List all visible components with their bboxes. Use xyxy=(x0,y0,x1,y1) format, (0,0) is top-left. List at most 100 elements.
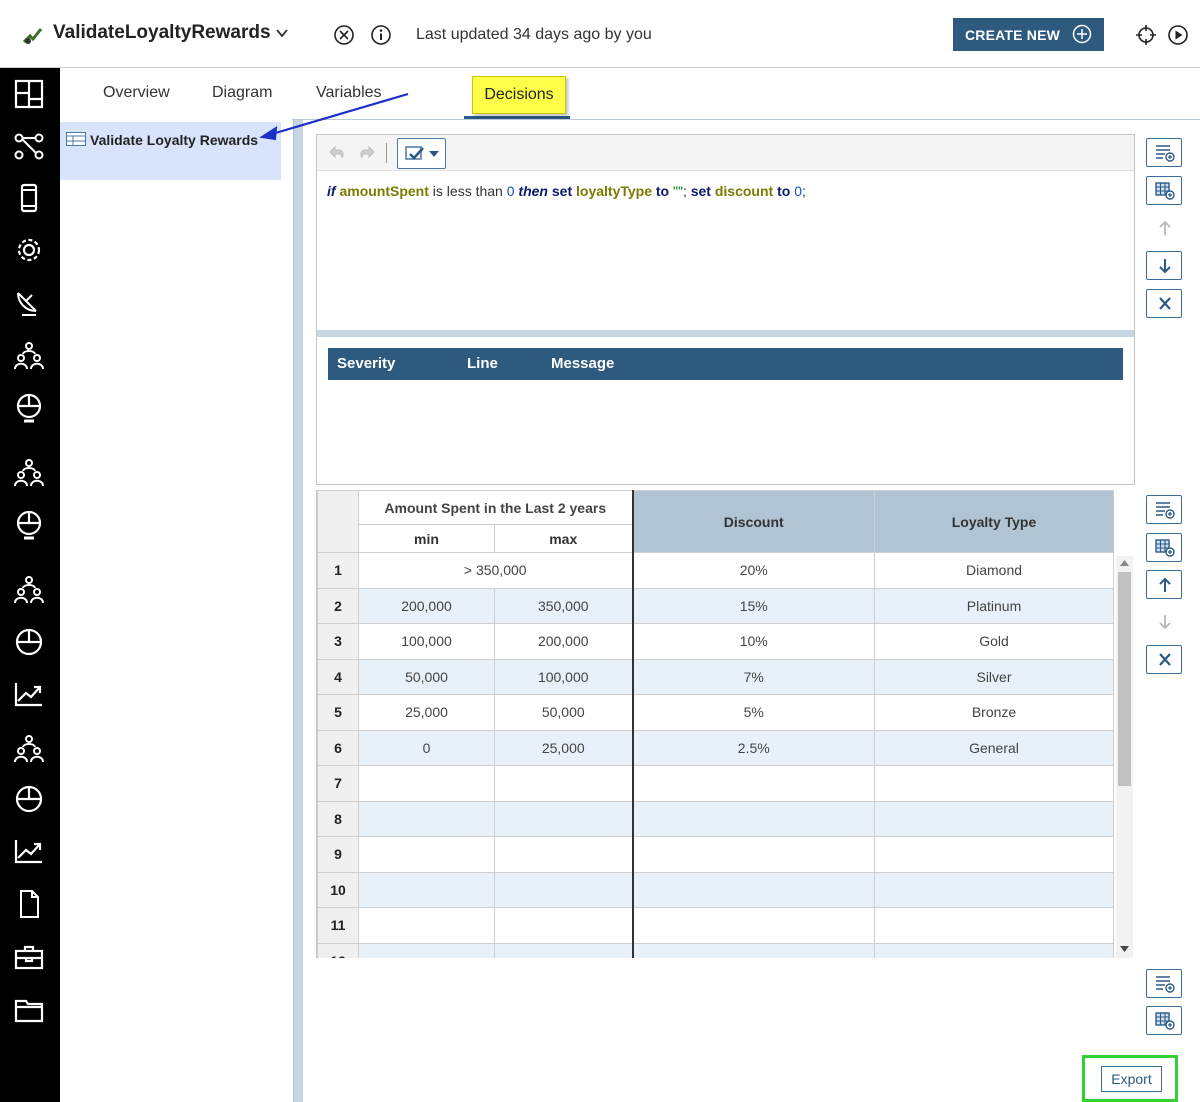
max-cell[interactable]: 25,000 xyxy=(494,729,633,766)
process-icon[interactable] xyxy=(14,131,44,161)
discount-cell[interactable] xyxy=(631,942,875,958)
min-cell[interactable] xyxy=(358,871,495,908)
discount-cell[interactable]: 15% xyxy=(631,587,875,624)
people-icon[interactable] xyxy=(14,575,44,605)
min-header[interactable]: min xyxy=(358,524,495,553)
gear-icon[interactable] xyxy=(14,235,44,265)
min-cell[interactable] xyxy=(358,907,495,944)
discount-cell[interactable] xyxy=(631,871,875,908)
chart-pie-icon[interactable] xyxy=(14,510,44,540)
panel-splitter[interactable] xyxy=(293,120,303,1102)
max-cell[interactable] xyxy=(494,871,633,908)
people-icon[interactable] xyxy=(14,458,44,488)
min-cell[interactable]: 0 xyxy=(358,729,495,766)
max-cell[interactable] xyxy=(494,800,633,837)
people-icon[interactable] xyxy=(14,341,44,371)
add-rule-button[interactable] xyxy=(1146,495,1182,524)
add-table-button[interactable] xyxy=(1146,176,1182,205)
discount-cell[interactable]: 7% xyxy=(631,658,875,695)
scroll-down-icon[interactable] xyxy=(1120,946,1129,952)
table-row[interactable]: 10 xyxy=(317,871,1114,908)
satellite-icon[interactable] xyxy=(14,287,44,317)
max-cell[interactable] xyxy=(494,765,633,802)
mobile-icon[interactable] xyxy=(14,183,44,213)
max-cell[interactable] xyxy=(494,907,633,944)
redo-icon[interactable] xyxy=(357,143,377,163)
discount-cell[interactable] xyxy=(631,836,875,873)
max-cell[interactable]: 350,000 xyxy=(494,587,633,624)
tree-item-validate-loyalty-rewards[interactable]: Validate Loyalty Rewards xyxy=(60,122,281,180)
chevron-down-icon[interactable] xyxy=(274,25,290,41)
info-icon[interactable] xyxy=(370,24,392,46)
tab-overview[interactable]: Overview xyxy=(103,84,170,102)
undo-icon[interactable] xyxy=(327,143,347,163)
folder-icon[interactable] xyxy=(14,995,44,1025)
loyalty-type-cell[interactable] xyxy=(874,942,1114,958)
min-cell[interactable]: 50,000 xyxy=(358,658,495,695)
dashboard-icon[interactable] xyxy=(14,79,44,109)
min-cell[interactable]: 200,000 xyxy=(358,587,495,624)
discount-header[interactable]: Discount xyxy=(631,490,875,553)
delete-button[interactable] xyxy=(1146,645,1182,674)
message-header[interactable]: Message xyxy=(551,355,614,372)
loyalty-type-cell[interactable]: Bronze xyxy=(874,694,1114,731)
min-cell[interactable] xyxy=(358,800,495,837)
rule-code[interactable]: if amountSpent is less than 0 then set l… xyxy=(327,183,806,199)
max-header[interactable]: max xyxy=(494,524,633,553)
min-cell[interactable] xyxy=(358,836,495,873)
loyalty-type-cell[interactable] xyxy=(874,800,1114,837)
table-scrollbar[interactable] xyxy=(1116,556,1133,958)
close-circle-icon[interactable] xyxy=(333,24,355,46)
severity-header[interactable]: Severity xyxy=(337,355,395,372)
discount-cell[interactable]: 10% xyxy=(631,623,875,660)
line-header[interactable]: Line xyxy=(467,355,498,372)
loyalty-type-cell[interactable] xyxy=(874,907,1114,944)
discount-cell[interactable] xyxy=(631,800,875,837)
table-row[interactable]: 7 xyxy=(317,765,1114,802)
app-title[interactable]: ValidateLoyaltyRewards xyxy=(53,22,271,44)
move-up-button[interactable] xyxy=(1146,213,1182,242)
table-row[interactable]: 3 100,000 200,000 10% Gold xyxy=(317,623,1114,660)
move-down-button[interactable] xyxy=(1146,607,1182,636)
min-cell[interactable] xyxy=(358,942,495,958)
discount-cell[interactable]: 5% xyxy=(631,694,875,731)
loyalty-type-cell[interactable]: Diamond xyxy=(874,552,1114,589)
loyalty-type-cell[interactable]: General xyxy=(874,729,1114,766)
document-icon[interactable] xyxy=(14,889,44,919)
loyalty-type-cell[interactable] xyxy=(874,836,1114,873)
play-icon[interactable] xyxy=(1167,24,1189,46)
table-row[interactable]: 2 200,000 350,000 15% Platinum xyxy=(317,587,1114,624)
table-row[interactable]: 6 0 25,000 2.5% General xyxy=(317,729,1114,766)
loyalty-type-cell[interactable] xyxy=(874,871,1114,908)
table-row[interactable]: 11 xyxy=(317,907,1114,944)
trend-chart-icon[interactable] xyxy=(14,836,44,866)
min-cell[interactable]: > 350,000 xyxy=(358,552,633,589)
amount-spent-group-header[interactable]: Amount Spent in the Last 2 years xyxy=(358,490,633,525)
tab-diagram[interactable]: Diagram xyxy=(212,84,272,102)
tab-decisions[interactable]: Decisions xyxy=(472,76,566,114)
min-cell[interactable] xyxy=(358,765,495,802)
max-cell[interactable]: 50,000 xyxy=(494,694,633,731)
table-row[interactable]: 1 > 350,000 20% Diamond xyxy=(317,552,1114,589)
chart-pie-icon[interactable] xyxy=(14,393,44,423)
add-table-button[interactable] xyxy=(1146,533,1182,562)
max-cell[interactable] xyxy=(494,942,633,958)
create-new-button[interactable]: CREATE NEW xyxy=(953,18,1104,51)
discount-cell[interactable]: 20% xyxy=(631,552,875,589)
min-cell[interactable]: 100,000 xyxy=(358,623,495,660)
add-table-button[interactable] xyxy=(1146,1006,1182,1035)
validate-dropdown[interactable] xyxy=(397,138,446,169)
add-rule-button[interactable] xyxy=(1146,969,1182,998)
table-row[interactable]: 5 25,000 50,000 5% Bronze xyxy=(317,694,1114,731)
table-row[interactable]: 12 xyxy=(317,942,1114,958)
loyalty-type-cell[interactable] xyxy=(874,765,1114,802)
min-cell[interactable]: 25,000 xyxy=(358,694,495,731)
loyalty-type-cell[interactable]: Gold xyxy=(874,623,1114,660)
table-row[interactable]: 4 50,000 100,000 7% Silver xyxy=(317,658,1114,695)
table-row[interactable]: 9 xyxy=(317,836,1114,873)
delete-button[interactable] xyxy=(1146,289,1182,318)
people-icon[interactable] xyxy=(14,734,44,764)
move-down-button[interactable] xyxy=(1146,251,1182,280)
loyalty-type-cell[interactable]: Platinum xyxy=(874,587,1114,624)
chart-pie-icon[interactable] xyxy=(14,784,44,814)
